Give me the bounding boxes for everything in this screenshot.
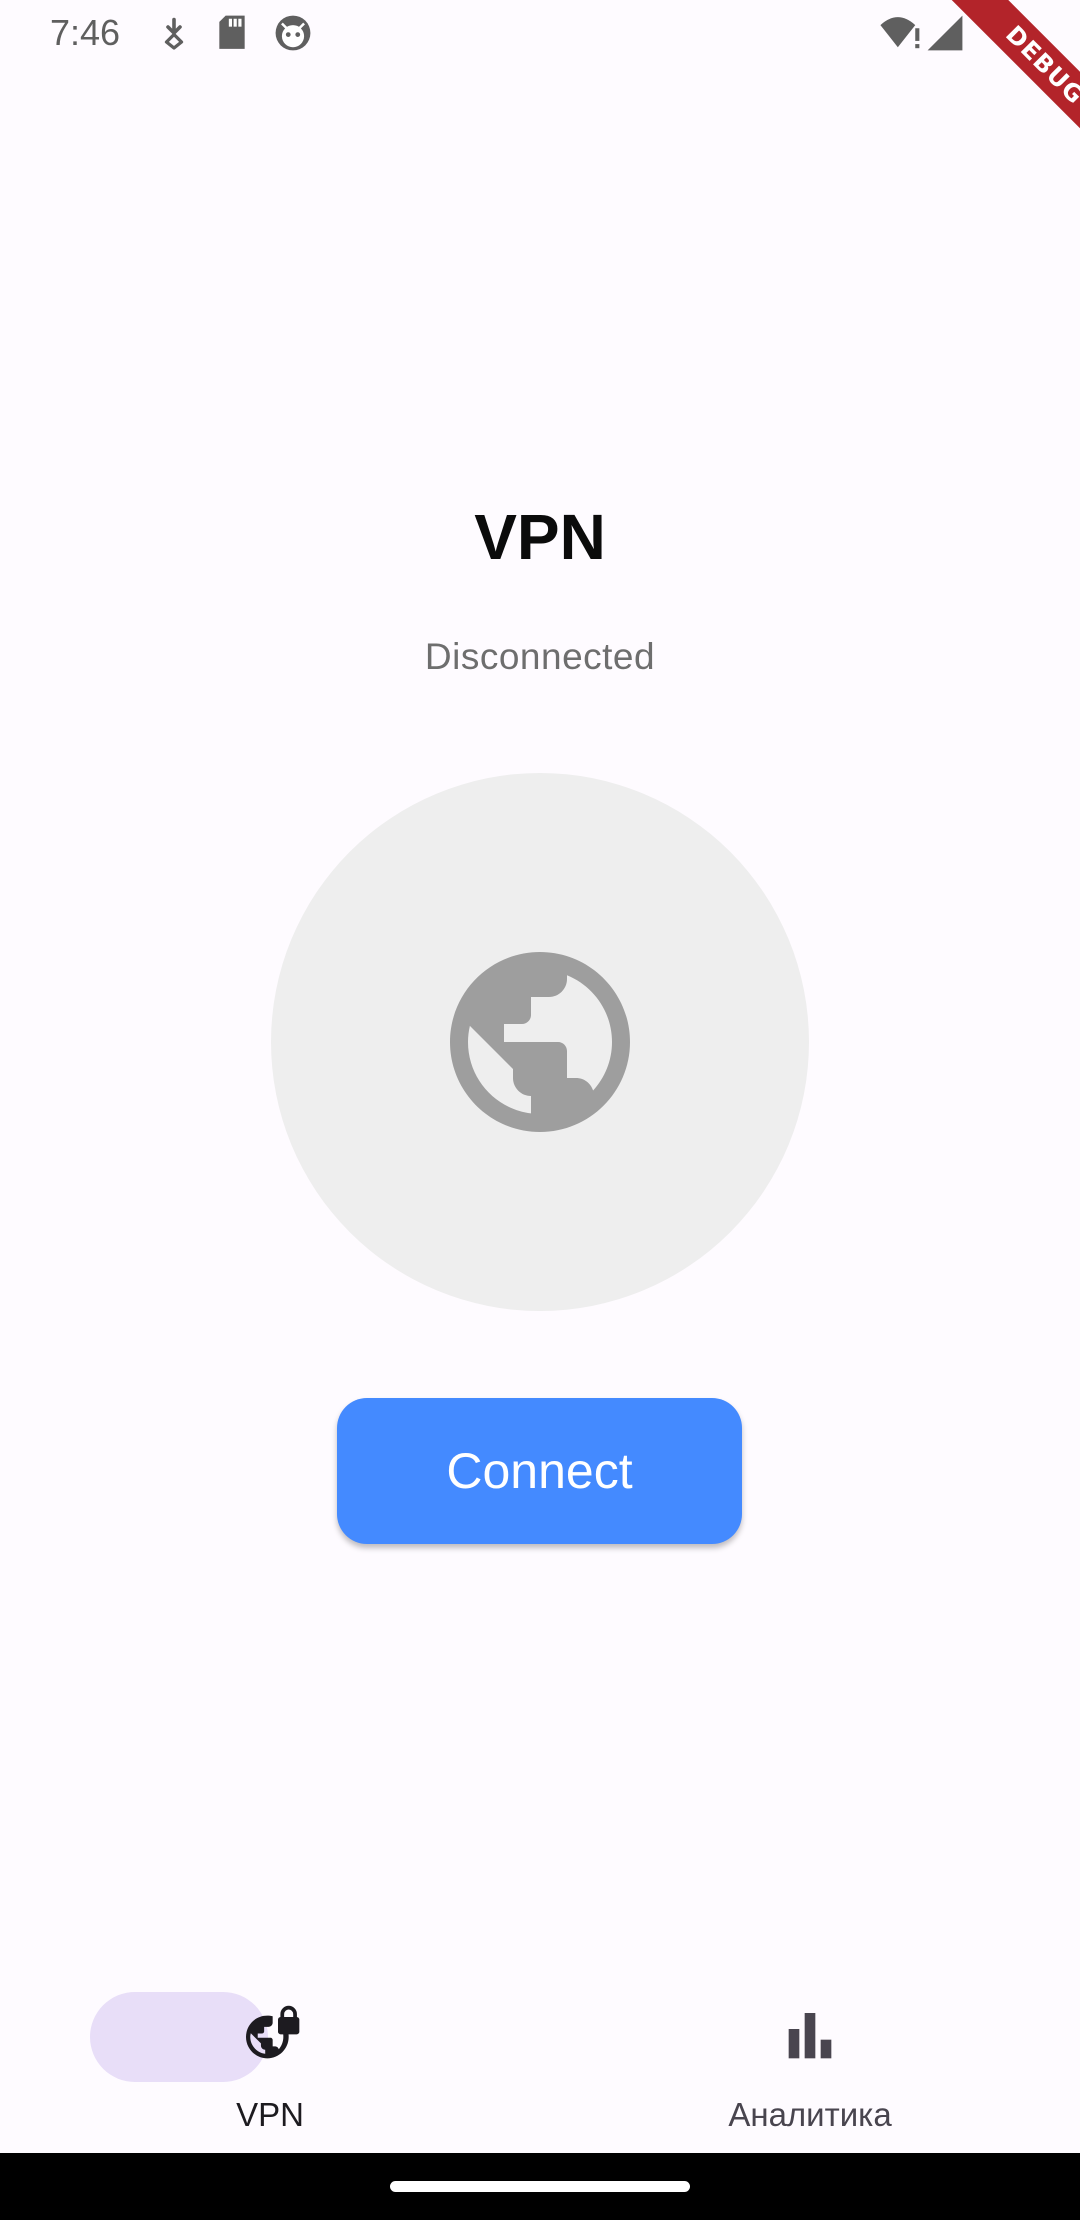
globe-lock-icon: [238, 2005, 302, 2069]
sd-card-icon: [216, 14, 248, 57]
download-icon: [156, 14, 192, 57]
nav-label-analytics: Аналитика: [728, 2096, 892, 2133]
status-time: 7:46: [50, 12, 121, 53]
home-gesture-handle[interactable]: [390, 2181, 690, 2192]
nav-item-vpn[interactable]: VPN: [0, 1960, 540, 2153]
bottom-navigation: VPN Аналитика: [0, 1960, 1080, 2153]
debug-banner: DEBUG: [910, 0, 1080, 170]
bar-chart-icon: [778, 2005, 842, 2069]
connect-button[interactable]: Connect: [337, 1398, 742, 1544]
globe-icon: [432, 934, 648, 1150]
android-debug-icon: [274, 14, 312, 57]
debug-label: DEBUG: [938, 0, 1080, 170]
nav-item-analytics[interactable]: Аналитика: [540, 1960, 1080, 2153]
page-title: VPN: [474, 501, 606, 573]
nav-label-vpn: VPN: [236, 2096, 304, 2133]
connection-status: Disconnected: [424, 636, 656, 677]
connection-indicator: [271, 773, 809, 1311]
system-gesture-bar: [0, 2153, 1080, 2220]
